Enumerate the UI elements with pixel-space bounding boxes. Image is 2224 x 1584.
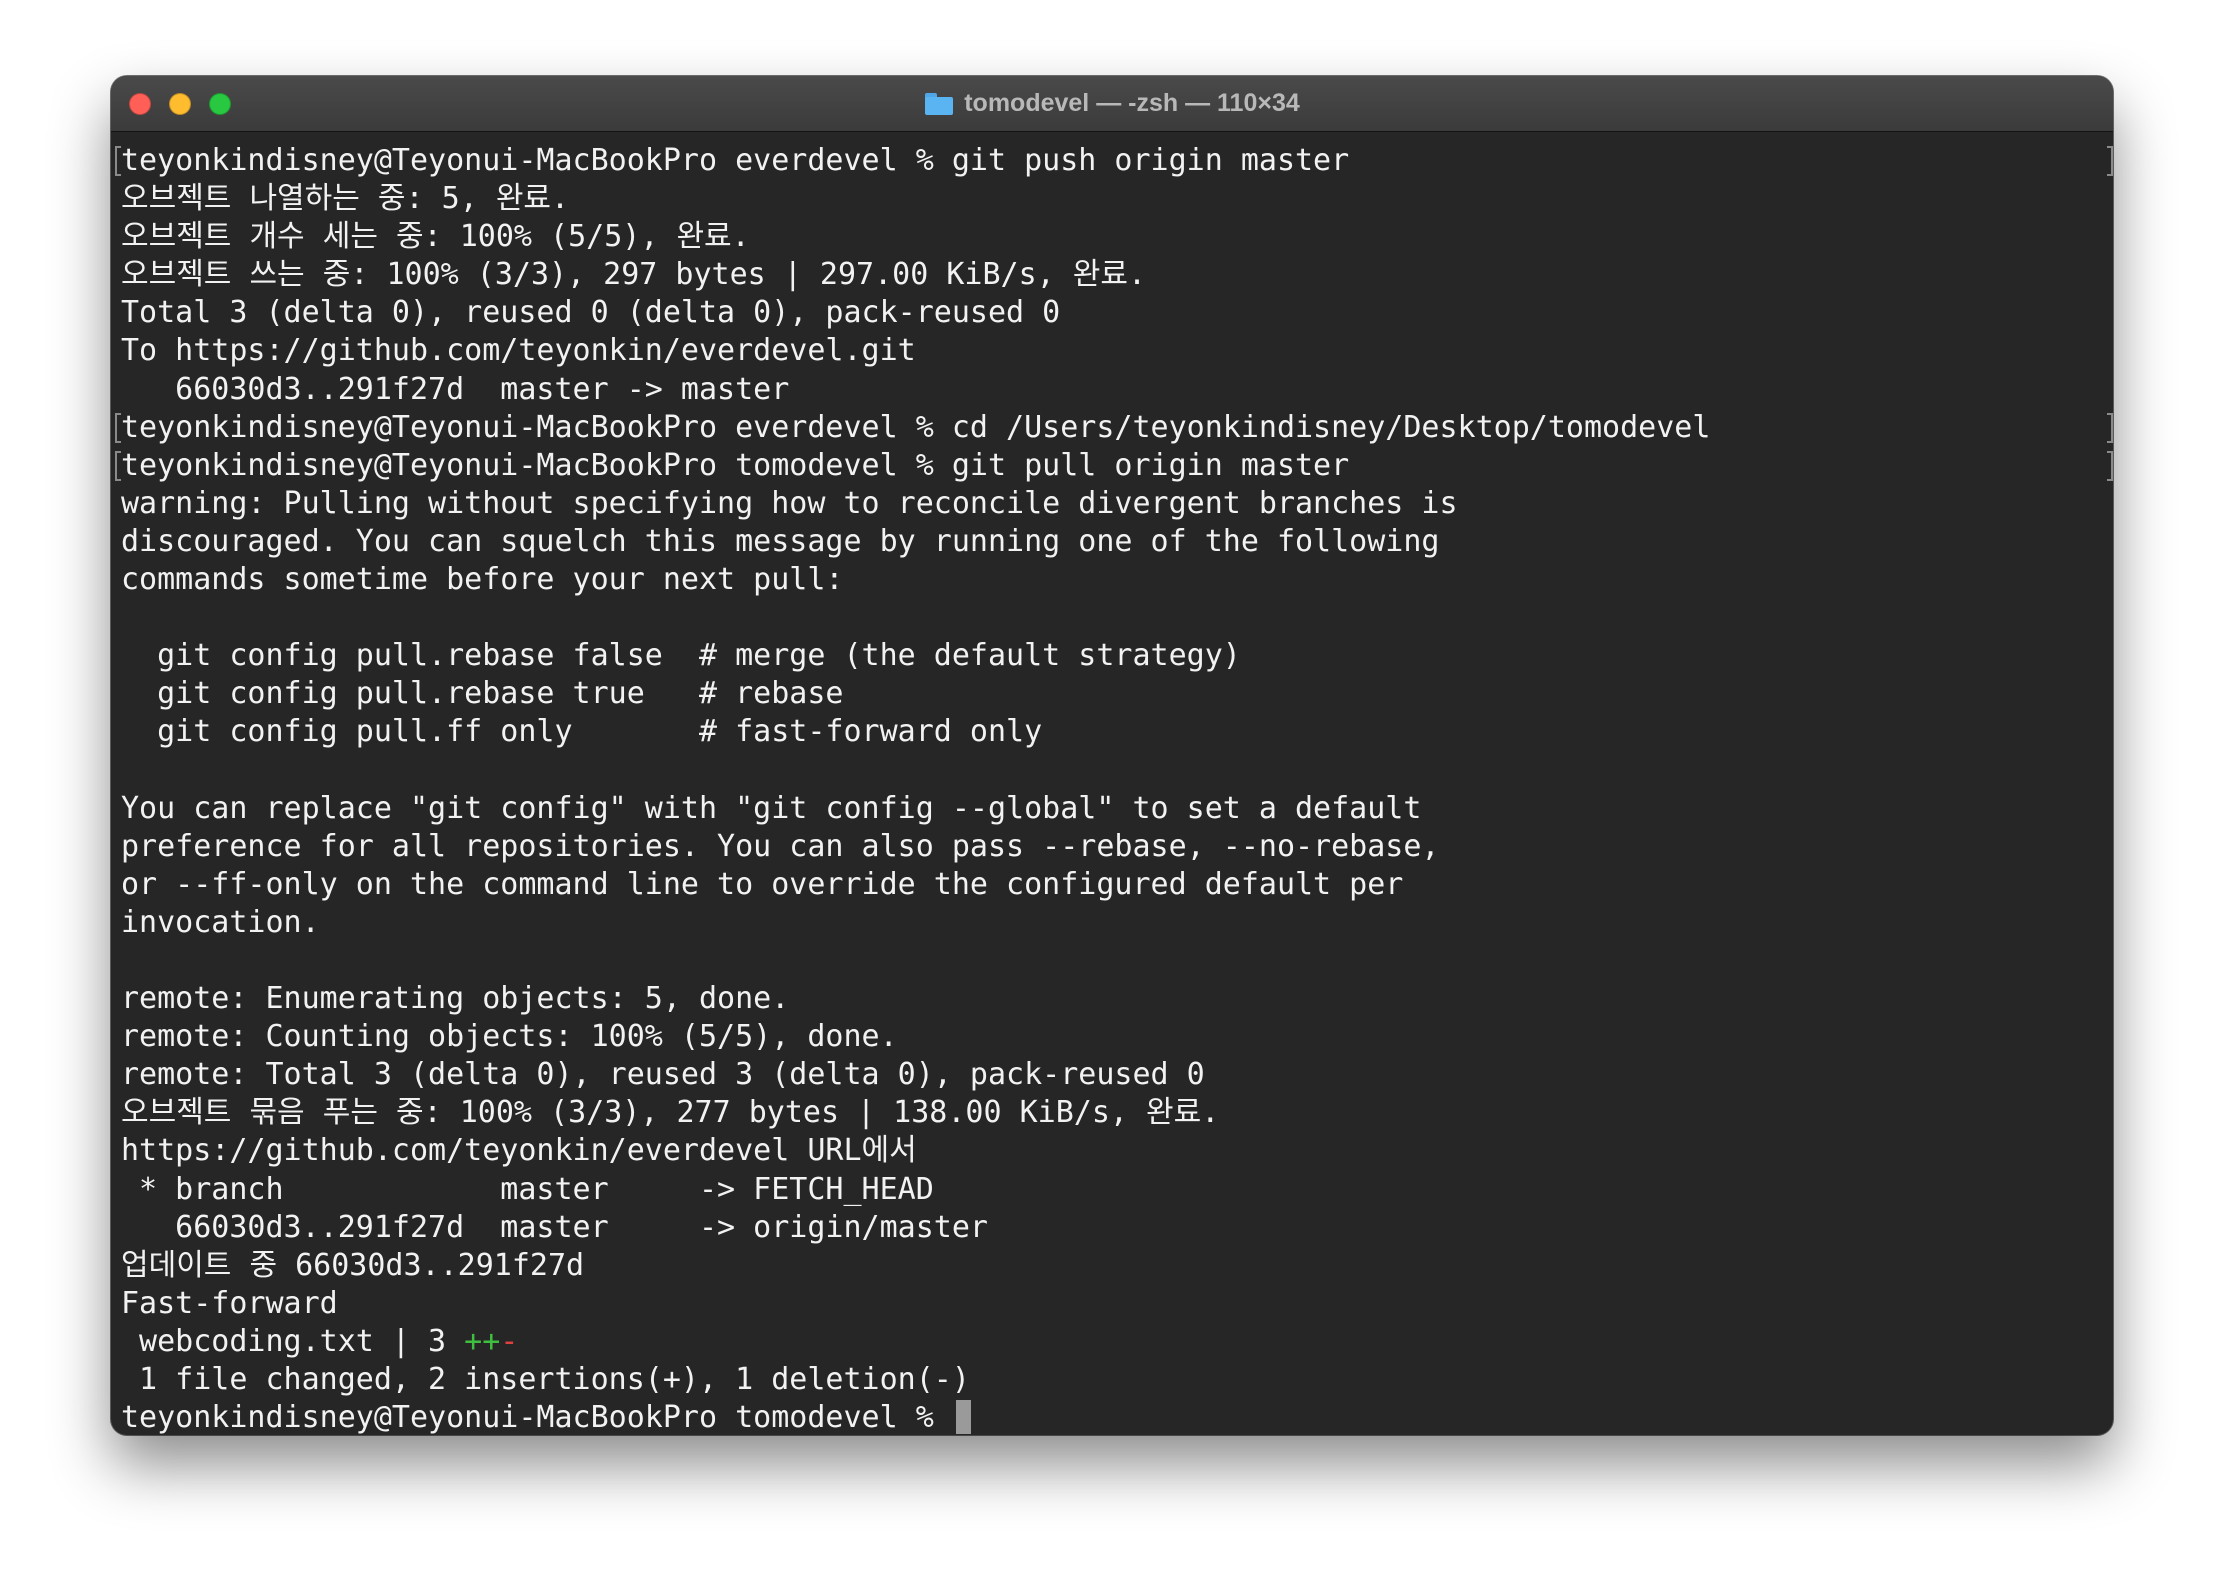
diffstat-file: webcoding.txt | 3	[121, 1323, 465, 1359]
terminal-line-text: git config pull.rebase true # rebase	[121, 676, 844, 712]
terminal-line-text: git config pull.ff only # fast-forward o…	[121, 714, 1043, 750]
terminal-line: teyonkindisney@Teyonui-MacBookPro everde…	[115, 142, 2113, 180]
terminal-line: 66030d3..291f27d master -> origin/master	[121, 1209, 2113, 1247]
terminal-line: Fast-forward	[121, 1285, 2113, 1323]
terminal-line: teyonkindisney@Teyonui-MacBookPro tomode…	[115, 447, 2113, 485]
shell-prompt: teyonkindisney@Teyonui-MacBookPro tomode…	[121, 1400, 952, 1435]
command-mark-left	[115, 412, 121, 443]
terminal-line: commands sometime before your next pull:	[121, 561, 2113, 599]
summary-line-text: 1 file changed, 2 insertions(+), 1 delet…	[121, 1362, 970, 1397]
terminal-line-text: 업데이트 중 66030d3..291f27d	[121, 1247, 585, 1283]
diffstat-deletions: -	[500, 1323, 519, 1359]
text-cursor	[955, 1400, 971, 1435]
window-title: tomodevel — -zsh — 110×34	[964, 89, 1300, 117]
terminal-line-text: commands sometime before your next pull:	[121, 562, 844, 598]
command-mark-left	[115, 450, 121, 481]
command-mark-right	[2107, 450, 2113, 481]
terminal-line-text: remote: Total 3 (delta 0), reused 3 (del…	[121, 1057, 1205, 1093]
window-title-group: tomodevel — -zsh — 110×34	[111, 76, 2113, 131]
terminal-line: or --ff-only on the command line to over…	[121, 866, 2113, 904]
folder-icon	[924, 92, 954, 116]
terminal-line-text: invocation.	[121, 904, 320, 940]
terminal-line: invocation.	[121, 904, 2113, 942]
terminal-line-text: warning: Pulling without specifying how …	[121, 485, 1458, 521]
diffstat-line: webcoding.txt | 3 ++-	[121, 1323, 2113, 1361]
terminal-line-text: git config pull.rebase false # merge (th…	[121, 638, 1241, 674]
terminal-line: 오브젝트 묶음 푸는 중: 100% (3/3), 277 bytes | 13…	[121, 1094, 2113, 1132]
terminal-line-text: https://github.com/teyonkin/everdevel UR…	[121, 1133, 917, 1169]
terminal-line-text: 오브젝트 묶음 푸는 중: 100% (3/3), 277 bytes | 13…	[121, 1095, 1220, 1131]
terminal-line-text: preference for all repositories. You can…	[121, 828, 1440, 864]
terminal-line: https://github.com/teyonkin/everdevel UR…	[121, 1132, 2113, 1170]
diffstat-insertions: ++	[464, 1323, 501, 1359]
terminal-line: 오브젝트 나열하는 중: 5, 완료.	[121, 180, 2113, 218]
terminal-line-text: 오브젝트 쓰는 중: 100% (3/3), 297 bytes | 297.0…	[121, 257, 1147, 293]
terminal-line: git config pull.ff only # fast-forward o…	[121, 713, 2113, 751]
terminal-line-text: 오브젝트 나열하는 중: 5, 완료.	[121, 181, 570, 217]
command-mark-left	[115, 146, 121, 176]
command-mark-right	[2107, 412, 2113, 443]
summary-line: 1 file changed, 2 insertions(+), 1 delet…	[121, 1361, 2113, 1399]
title-bar[interactable]: tomodevel — -zsh — 110×34	[111, 76, 2113, 132]
command-mark-right	[2107, 146, 2113, 176]
terminal-line-text: 오브젝트 개수 세는 중: 100% (5/5), 완료.	[121, 219, 750, 255]
terminal-line-text: remote: Counting objects: 100% (5/5), do…	[121, 1019, 898, 1055]
terminal-line-text: 66030d3..291f27d master -> origin/master	[121, 1209, 988, 1245]
prompt-line[interactable]: teyonkindisney@Teyonui-MacBookPro tomode…	[121, 1399, 2113, 1435]
terminal-line: remote: Counting objects: 100% (5/5), do…	[121, 1018, 2113, 1056]
terminal-line-text: discouraged. You can squelch this messag…	[121, 523, 1440, 559]
terminal-line: remote: Total 3 (delta 0), reused 3 (del…	[121, 1056, 2113, 1094]
terminal-line: Total 3 (delta 0), reused 0 (delta 0), p…	[121, 294, 2113, 332]
terminal-line-text: or --ff-only on the command line to over…	[121, 866, 1404, 902]
terminal-line: 오브젝트 쓰는 중: 100% (3/3), 297 bytes | 297.0…	[121, 256, 2113, 294]
terminal-line: preference for all repositories. You can…	[121, 828, 2113, 866]
terminal-line-text: 66030d3..291f27d master -> master	[121, 371, 790, 407]
terminal-window: tomodevel — -zsh — 110×34 teyonkindisney…	[111, 76, 2113, 1435]
terminal-line-text: teyonkindisney@Teyonui-MacBookPro tomode…	[121, 447, 1350, 483]
terminal-line: 66030d3..291f27d master -> master	[121, 371, 2113, 409]
terminal-line: 업데이트 중 66030d3..291f27d	[121, 1247, 2113, 1285]
terminal-line: To https://github.com/teyonkin/everdevel…	[121, 332, 2113, 370]
terminal-line-text: Total 3 (delta 0), reused 0 (delta 0), p…	[121, 295, 1061, 331]
terminal-line: * branch master -> FETCH_HEAD	[121, 1171, 2113, 1209]
terminal-output[interactable]: teyonkindisney@Teyonui-MacBookPro everde…	[111, 132, 2113, 1435]
terminal-line: git config pull.rebase true # rebase	[121, 675, 2113, 713]
terminal-line-text: You can replace "git config" with "git c…	[121, 790, 1422, 826]
terminal-line: git config pull.rebase false # merge (th…	[121, 637, 2113, 675]
terminal-line: remote: Enumerating objects: 5, done.	[121, 980, 2113, 1018]
terminal-line: You can replace "git config" with "git c…	[121, 790, 2113, 828]
terminal-line: 오브젝트 개수 세는 중: 100% (5/5), 완료.	[121, 218, 2113, 256]
terminal-line: warning: Pulling without specifying how …	[121, 485, 2113, 523]
terminal-line: discouraged. You can squelch this messag…	[121, 523, 2113, 561]
terminal-line-text: Fast-forward	[121, 1285, 338, 1321]
terminal-line-text: remote: Enumerating objects: 5, done.	[121, 981, 790, 1017]
terminal-line-text: teyonkindisney@Teyonui-MacBookPro everde…	[121, 409, 1711, 445]
terminal-line-text: To https://github.com/teyonkin/everdevel…	[121, 333, 916, 369]
terminal-line-text: * branch master -> FETCH_HEAD	[121, 1171, 934, 1207]
terminal-line-text: teyonkindisney@Teyonui-MacBookPro everde…	[121, 143, 1350, 178]
terminal-line: teyonkindisney@Teyonui-MacBookPro everde…	[115, 409, 2113, 447]
